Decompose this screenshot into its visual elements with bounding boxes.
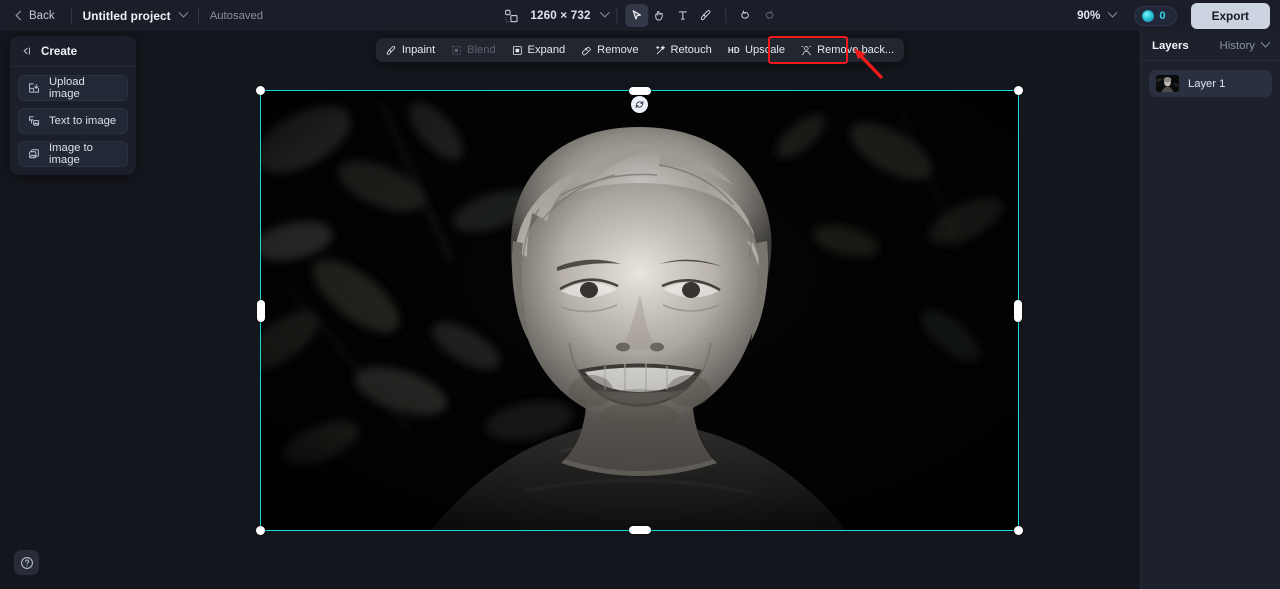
project-name[interactable]: Untitled project bbox=[83, 9, 171, 23]
resize-handle-top-left[interactable] bbox=[256, 86, 265, 95]
zoom-chevron-down-icon[interactable] bbox=[1107, 7, 1118, 18]
canvas-size-icon[interactable] bbox=[499, 4, 522, 27]
upload-image-label: Upload image bbox=[49, 76, 85, 100]
retouch-label: Retouch bbox=[670, 44, 712, 56]
image-action-toolbar: Inpaint Blend Expand Remove Retouch HD U… bbox=[375, 38, 905, 62]
help-button[interactable] bbox=[14, 550, 39, 575]
remove-background-button[interactable]: Remove back... bbox=[793, 40, 902, 60]
chevron-down-icon[interactable] bbox=[178, 7, 189, 18]
rotate-handle[interactable] bbox=[631, 96, 648, 113]
back-button-label: Back bbox=[29, 9, 55, 22]
remove-bg-icon bbox=[801, 45, 812, 56]
resize-handle-bottom-left[interactable] bbox=[256, 526, 265, 535]
divider bbox=[70, 8, 72, 23]
top-bar: Back Untitled project Autosaved 1260 × 7… bbox=[0, 0, 1280, 31]
remove-button[interactable]: Remove bbox=[573, 40, 646, 60]
inpaint-icon bbox=[386, 45, 397, 56]
zoom-level-label[interactable]: 90% bbox=[1077, 9, 1100, 22]
divider bbox=[197, 8, 199, 23]
upload-image-button[interactable]: Upload image bbox=[18, 75, 128, 101]
export-button[interactable]: Export bbox=[1190, 2, 1270, 29]
divider bbox=[725, 8, 727, 23]
app-root: Back Untitled project Autosaved 1260 × 7… bbox=[0, 0, 1280, 589]
expand-icon bbox=[512, 45, 523, 56]
undo-button[interactable] bbox=[735, 4, 758, 27]
resize-handle-middle-right[interactable] bbox=[1014, 300, 1022, 322]
create-panel-title: Create bbox=[41, 44, 78, 58]
retouch-button[interactable]: Retouch bbox=[646, 40, 719, 60]
tab-layers[interactable]: Layers bbox=[1152, 40, 1189, 52]
hand-tool-button[interactable] bbox=[649, 4, 672, 27]
select-tool-button[interactable] bbox=[625, 4, 649, 27]
layer-thumbnail-image bbox=[1156, 75, 1179, 92]
credits-badge[interactable]: 0 bbox=[1134, 5, 1177, 26]
layers-panel: Layers History Layer 1 bbox=[1140, 31, 1280, 589]
resize-handle-top-right[interactable] bbox=[1014, 86, 1023, 95]
canvas-area[interactable] bbox=[0, 31, 1280, 589]
layer-thumbnail bbox=[1156, 75, 1179, 92]
back-button[interactable]: Back bbox=[10, 7, 60, 25]
text-to-image-icon bbox=[28, 115, 40, 127]
text-tool-button[interactable] bbox=[672, 4, 695, 27]
top-bar-right: 90% 0 Export bbox=[1077, 0, 1270, 31]
remove-icon bbox=[581, 45, 592, 56]
image-to-image-button[interactable]: Image to image bbox=[18, 141, 128, 167]
chevron-left-icon bbox=[15, 10, 26, 21]
text-to-image-button[interactable]: Text to image bbox=[18, 108, 128, 134]
image-to-image-icon bbox=[28, 148, 40, 160]
resize-handle-bottom-right[interactable] bbox=[1014, 526, 1023, 535]
text-to-image-label: Text to image bbox=[49, 115, 117, 127]
divider bbox=[616, 8, 618, 23]
top-bar-center-tools: 1260 × 732 bbox=[499, 0, 780, 31]
create-panel-header[interactable]: Create bbox=[10, 36, 136, 67]
remove-background-label: Remove back... bbox=[817, 44, 895, 56]
retouch-icon bbox=[654, 44, 666, 56]
inpaint-button[interactable]: Inpaint bbox=[378, 40, 443, 60]
canvas-size-label[interactable]: 1260 × 732 bbox=[530, 9, 590, 22]
resize-handle-top-center[interactable] bbox=[629, 87, 651, 95]
canvas-image[interactable] bbox=[261, 91, 1018, 530]
resize-handle-bottom-center[interactable] bbox=[629, 526, 651, 534]
top-bar-left: Back Untitled project Autosaved bbox=[0, 0, 263, 31]
brush-tool-button[interactable] bbox=[695, 4, 718, 27]
upscale-button[interactable]: HD Upscale bbox=[720, 40, 793, 60]
layer-item[interactable]: Layer 1 bbox=[1149, 70, 1272, 97]
layers-panel-header: Layers History bbox=[1141, 31, 1280, 61]
blend-label: Blend bbox=[467, 44, 496, 56]
remove-label: Remove bbox=[597, 44, 639, 56]
blend-icon bbox=[451, 45, 462, 56]
blend-button: Blend bbox=[443, 40, 503, 60]
expand-label: Expand bbox=[527, 44, 566, 56]
tab-history-label: History bbox=[1219, 39, 1255, 52]
coin-icon bbox=[1142, 9, 1155, 22]
hd-icon: HD bbox=[727, 45, 740, 55]
layer-name: Layer 1 bbox=[1188, 77, 1226, 90]
image-selection[interactable] bbox=[256, 86, 1023, 535]
redo-button[interactable] bbox=[758, 4, 781, 27]
tab-history[interactable]: History bbox=[1219, 37, 1271, 52]
credits-count: 0 bbox=[1159, 9, 1166, 22]
create-panel: Create Upload image Text to image Image … bbox=[10, 36, 136, 175]
create-panel-items: Upload image Text to image Image to imag… bbox=[10, 67, 136, 167]
canvas-size-chevron-down-icon[interactable] bbox=[600, 7, 611, 18]
portrait-photo bbox=[261, 91, 1018, 530]
history-chevron-down-icon[interactable] bbox=[1260, 37, 1271, 48]
inpaint-label: Inpaint bbox=[401, 44, 436, 56]
image-to-image-label: Image to image bbox=[49, 142, 93, 166]
upscale-label: Upscale bbox=[744, 44, 786, 56]
expand-button[interactable]: Expand bbox=[504, 40, 574, 60]
autosaved-status: Autosaved bbox=[209, 9, 264, 22]
upload-image-icon bbox=[28, 82, 40, 94]
collapse-panel-icon[interactable] bbox=[20, 45, 32, 57]
resize-handle-middle-left[interactable] bbox=[257, 300, 265, 322]
